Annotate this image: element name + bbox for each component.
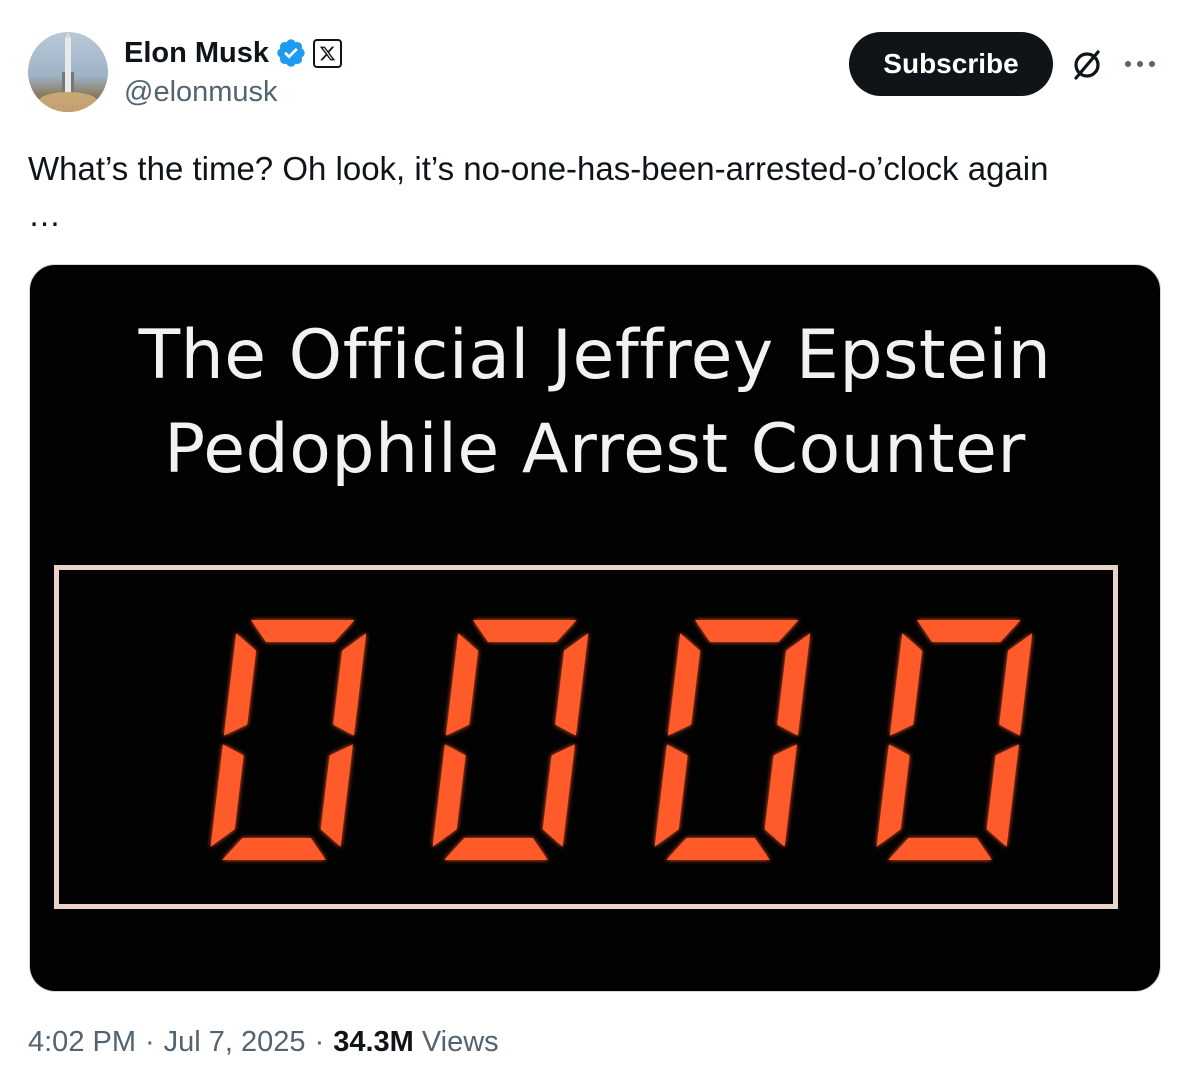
digit-segment-e (876, 744, 910, 847)
counter-digits (210, 620, 1033, 860)
post-footer: 4:02 PM · Jul 7, 2025 · 34.3M Views (28, 1026, 499, 1059)
digit-segment-a (251, 620, 355, 642)
post-text: What’s the time? Oh look, it’s no-one-ha… (28, 150, 1049, 233)
digit-segment-d (888, 838, 992, 860)
counter-display (54, 565, 1118, 909)
digit-segment-a (695, 620, 799, 642)
media-title-line1: The Official Jeffrey Epstein (138, 316, 1052, 395)
subscribe-button[interactable]: Subscribe (849, 32, 1053, 96)
counter-digit (876, 620, 1033, 860)
media-title-line2: Pedophile Arrest Counter (164, 410, 1026, 489)
verified-badge-icon[interactable] (275, 37, 307, 69)
digit-segment-d (222, 838, 326, 860)
digit-segment-c (542, 744, 575, 847)
separator: · (145, 1026, 155, 1058)
digit-segment-c (320, 744, 353, 847)
post-media[interactable]: The Official Jeffrey Epstein Pedophile A… (29, 264, 1161, 992)
author-name-row: Elon Musk (124, 34, 343, 72)
digit-segment-c (764, 744, 797, 847)
post-time[interactable]: 4:02 PM (28, 1026, 136, 1059)
digit-segment-f (445, 633, 479, 736)
digit-segment-a (917, 620, 1021, 642)
digit-segment-b (333, 633, 367, 736)
digit-segment-e (210, 744, 244, 847)
x-logo-icon (313, 38, 343, 68)
digit-segment-d (444, 838, 548, 860)
digit-segment-b (999, 633, 1033, 736)
counter-digit (210, 620, 367, 860)
digit-segment-e (432, 744, 466, 847)
separator: · (314, 1026, 325, 1058)
author-name[interactable]: Elon Musk (124, 37, 269, 70)
author-handle[interactable]: @elonmusk (124, 76, 278, 109)
media-headline: The Official Jeffrey Epstein Pedophile A… (30, 309, 1160, 497)
post-date[interactable]: Jul 7, 2025 (164, 1026, 306, 1059)
digit-segment-e (654, 744, 688, 847)
digit-segment-b (777, 633, 811, 736)
more-icon[interactable] (1120, 44, 1160, 84)
digit-segment-f (889, 633, 923, 736)
views-count: 34.3M (333, 1026, 414, 1058)
digit-segment-f (223, 633, 257, 736)
views-label: Views (421, 1026, 499, 1058)
digit-segment-b (555, 633, 589, 736)
digit-segment-f (667, 633, 701, 736)
digit-segment-d (666, 838, 770, 860)
avatar[interactable] (28, 32, 108, 112)
counter-digit (432, 620, 589, 860)
counter-digit (654, 620, 811, 860)
avatar-image (38, 32, 98, 112)
digit-segment-a (473, 620, 577, 642)
digit-segment-c (986, 744, 1019, 847)
grok-icon[interactable] (1067, 44, 1107, 84)
